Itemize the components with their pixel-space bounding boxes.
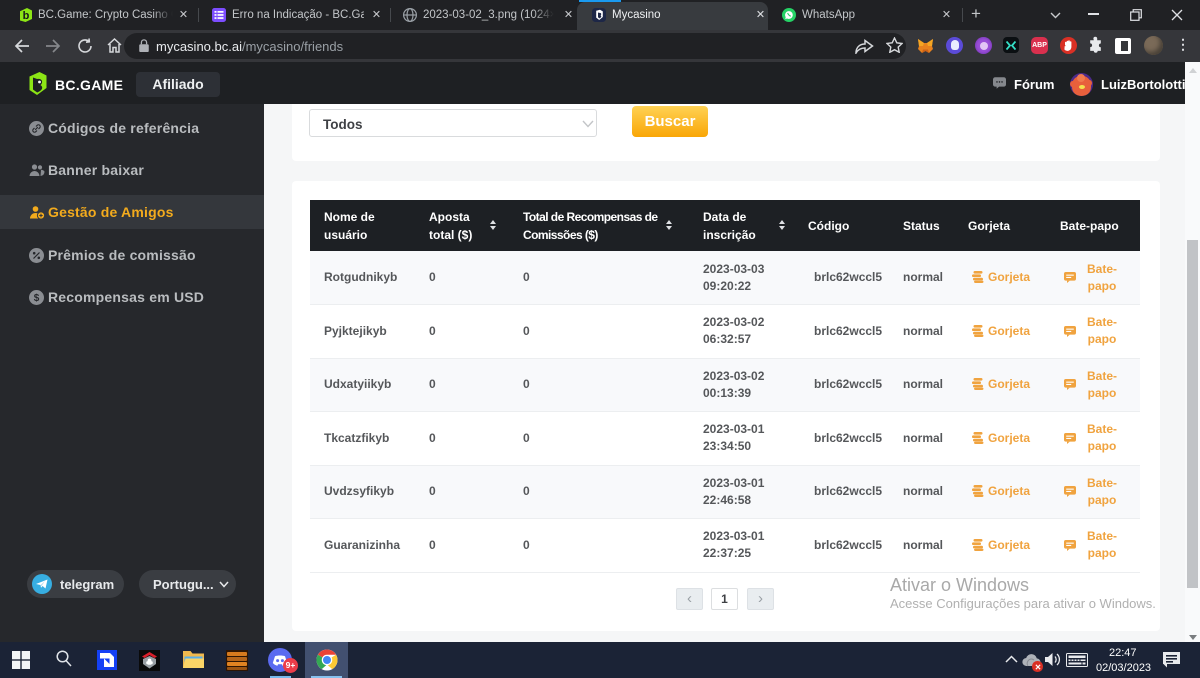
svg-text:$: $ (34, 293, 40, 304)
svg-text:b: b (23, 10, 30, 22)
